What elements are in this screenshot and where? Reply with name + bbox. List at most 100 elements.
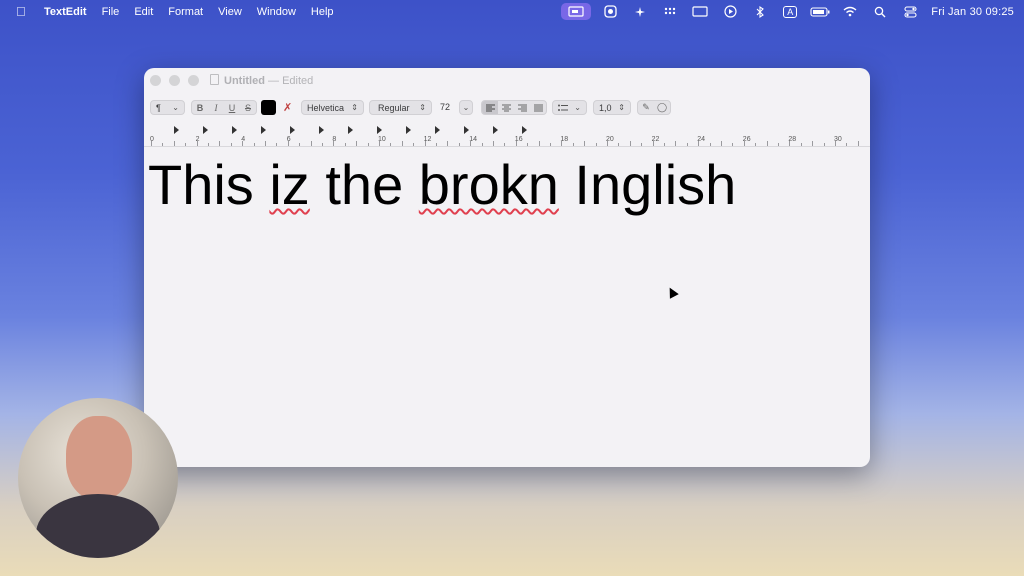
presenter-face bbox=[66, 416, 132, 500]
wifi-icon[interactable] bbox=[835, 0, 865, 23]
ruler-label: 14 bbox=[469, 136, 477, 143]
tab-stop[interactable] bbox=[290, 126, 295, 134]
input-source-icon[interactable]: A bbox=[775, 0, 805, 23]
tab-stop[interactable] bbox=[203, 126, 208, 134]
ruler-tick bbox=[185, 143, 187, 146]
tab-stop[interactable] bbox=[261, 126, 266, 134]
screen-mirror-icon[interactable] bbox=[561, 3, 592, 20]
title-separator: — bbox=[268, 75, 280, 87]
display-icon[interactable] bbox=[685, 0, 715, 23]
bold-button[interactable]: B bbox=[192, 101, 208, 114]
align-right-button[interactable] bbox=[514, 101, 530, 114]
minimize-button[interactable] bbox=[169, 75, 180, 86]
bluetooth-icon[interactable] bbox=[745, 0, 775, 23]
format-toolbar: ¶⌄ B I U S ✗ Helvetica⇕ Regular⇕ 72 ⌄ bbox=[144, 98, 870, 118]
line-spacing-popup[interactable]: 1,0 ⇕ bbox=[593, 100, 631, 115]
ruler-label: 12 bbox=[423, 136, 432, 143]
tab-stop[interactable] bbox=[232, 126, 237, 134]
ruler-tick bbox=[276, 143, 278, 146]
control-center-icon[interactable] bbox=[895, 0, 925, 23]
ruler-tick bbox=[173, 141, 175, 146]
align-center-button[interactable] bbox=[498, 101, 514, 114]
title-bar[interactable]: Untitled — Edited bbox=[144, 68, 870, 92]
ruler-tick bbox=[812, 141, 814, 146]
tab-stop[interactable] bbox=[435, 126, 440, 134]
ruler-label: 8 bbox=[332, 136, 337, 143]
font-size-popup[interactable]: ⌄ bbox=[459, 100, 473, 115]
edited-status: Edited bbox=[282, 75, 314, 87]
ruler-tick bbox=[823, 143, 825, 146]
chevron-down-icon: ⌄ bbox=[462, 103, 470, 112]
ruler-tick bbox=[857, 141, 859, 146]
ruler-tick bbox=[253, 143, 255, 146]
justify-button[interactable] bbox=[530, 101, 546, 114]
battery-icon[interactable] bbox=[805, 0, 835, 23]
italic-button[interactable]: I bbox=[208, 101, 224, 114]
ruler-label: 16 bbox=[514, 136, 523, 143]
search-icon[interactable] bbox=[865, 0, 895, 23]
menu-clock[interactable]: Fri Jan 30 09:25 bbox=[931, 6, 1014, 18]
ruler-label: 2 bbox=[195, 136, 200, 143]
ruler-label: 26 bbox=[742, 136, 751, 143]
tab-stop[interactable] bbox=[377, 126, 382, 134]
ruler-tick bbox=[356, 141, 358, 146]
zoom-button[interactable] bbox=[188, 75, 199, 86]
font-size-field[interactable]: 72 bbox=[440, 102, 450, 112]
document-text: This bbox=[148, 153, 270, 216]
font-style-popup[interactable]: Regular ⇕ bbox=[369, 100, 432, 115]
ruler-tick bbox=[413, 143, 415, 146]
ruler-tick bbox=[458, 143, 460, 146]
ruler-tick bbox=[595, 143, 597, 146]
ruler-tick bbox=[755, 143, 757, 146]
text-color-well[interactable] bbox=[261, 100, 276, 115]
ruler-tick bbox=[721, 141, 722, 146]
align-left-button[interactable] bbox=[482, 101, 498, 114]
list-style-popup[interactable]: ⌄ bbox=[552, 100, 587, 115]
tab-stop[interactable] bbox=[464, 126, 469, 134]
menu-view[interactable]: View bbox=[218, 6, 242, 18]
tab-stop[interactable] bbox=[348, 126, 353, 134]
ruler-tick bbox=[322, 143, 323, 146]
text-style-buttons: B I U S bbox=[191, 100, 257, 115]
record-icon[interactable] bbox=[595, 0, 625, 23]
ruler-label: 6 bbox=[286, 136, 291, 143]
paragraph-style-popup[interactable]: ¶ ⌄ bbox=[150, 100, 185, 115]
menu-format[interactable]: Format bbox=[168, 6, 203, 18]
highlight-buttons: ✎ ◯ bbox=[637, 100, 671, 115]
strikethrough-button[interactable]: S bbox=[240, 101, 256, 114]
ruler-tick bbox=[584, 141, 586, 146]
ruler-tick bbox=[310, 141, 312, 146]
close-button[interactable] bbox=[150, 75, 161, 86]
ruler-tick bbox=[162, 143, 164, 146]
highlight-pen-icon[interactable]: ✎ bbox=[638, 101, 654, 114]
tab-stop[interactable] bbox=[174, 126, 179, 134]
ruler-label: 24 bbox=[697, 136, 705, 143]
clear-color-icon[interactable]: ✗ bbox=[283, 101, 292, 114]
app-menu[interactable]: TextEdit bbox=[44, 6, 87, 18]
ruler-tick bbox=[390, 143, 392, 146]
font-family-popup[interactable]: Helvetica ⇕ bbox=[301, 100, 364, 115]
tab-stop[interactable] bbox=[406, 126, 411, 134]
highlight-color-icon[interactable]: ◯ bbox=[654, 101, 670, 114]
ruler-tick bbox=[208, 143, 209, 146]
grid-icon[interactable] bbox=[655, 0, 685, 23]
tab-stop[interactable] bbox=[319, 126, 324, 134]
play-icon[interactable] bbox=[715, 0, 745, 23]
tab-stop[interactable] bbox=[493, 126, 498, 134]
menu-window[interactable]: Window bbox=[257, 6, 296, 18]
ruler[interactable]: 0 2 4 6 8 10 12 14 16 18 20 22 24 26 28 30 bbox=[144, 124, 870, 147]
magic-icon[interactable] bbox=[625, 0, 655, 23]
apple-icon[interactable]:  bbox=[16, 4, 28, 19]
underline-button[interactable]: U bbox=[224, 101, 240, 114]
menu-file[interactable]: File bbox=[102, 6, 120, 18]
menu-edit[interactable]: Edit bbox=[134, 6, 153, 18]
ruler-label: 28 bbox=[788, 136, 797, 143]
tab-stop[interactable] bbox=[522, 126, 527, 134]
menu-help[interactable]: Help bbox=[311, 6, 334, 18]
webcam-overlay bbox=[18, 398, 178, 558]
ruler-tick bbox=[493, 141, 494, 146]
chevron-updown-icon: ⇕ bbox=[419, 103, 426, 112]
ruler-tick bbox=[367, 143, 369, 146]
text-editor[interactable]: This iz the brokn Inglish bbox=[148, 152, 736, 217]
ruler-tick bbox=[778, 143, 779, 146]
